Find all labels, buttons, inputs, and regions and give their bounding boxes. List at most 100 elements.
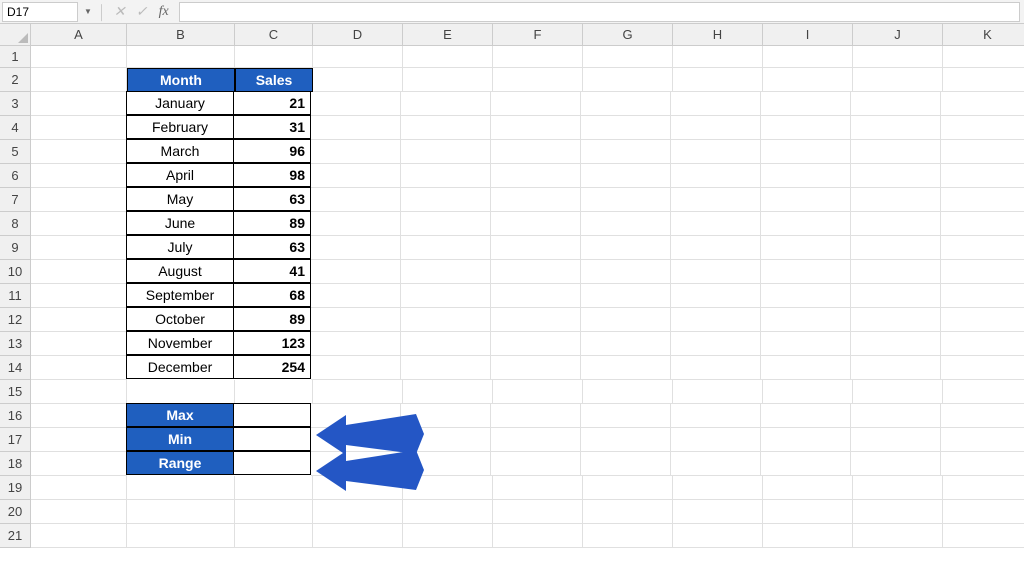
name-box-dropdown-icon[interactable]: ▼ bbox=[80, 7, 96, 16]
cell-G4[interactable] bbox=[581, 116, 671, 140]
fx-icon[interactable]: fx bbox=[153, 2, 175, 22]
row-header-4[interactable]: 4 bbox=[0, 116, 31, 140]
cell-F20[interactable] bbox=[493, 500, 583, 524]
cell-J5[interactable] bbox=[851, 140, 941, 164]
cell-G11[interactable] bbox=[581, 284, 671, 308]
cell-G21[interactable] bbox=[583, 524, 673, 548]
cell-D12[interactable] bbox=[311, 308, 401, 332]
column-header-E[interactable]: E bbox=[403, 24, 493, 46]
cell-G20[interactable] bbox=[583, 500, 673, 524]
cell-D14[interactable] bbox=[311, 356, 401, 380]
cell-E3[interactable] bbox=[401, 92, 491, 116]
cell-A10[interactable] bbox=[31, 260, 127, 284]
cell-E1[interactable] bbox=[403, 46, 493, 68]
cell-C12[interactable]: 89 bbox=[233, 307, 311, 331]
cell-F2[interactable] bbox=[493, 68, 583, 92]
cell-G3[interactable] bbox=[581, 92, 671, 116]
cell-B15[interactable] bbox=[127, 380, 235, 404]
cell-C18[interactable] bbox=[233, 451, 311, 475]
cell-D5[interactable] bbox=[311, 140, 401, 164]
cell-F5[interactable] bbox=[491, 140, 581, 164]
cell-E7[interactable] bbox=[401, 188, 491, 212]
row-header-17[interactable]: 17 bbox=[0, 428, 31, 452]
cell-F21[interactable] bbox=[493, 524, 583, 548]
cell-A4[interactable] bbox=[31, 116, 127, 140]
cell-H19[interactable] bbox=[673, 476, 763, 500]
cell-J9[interactable] bbox=[851, 236, 941, 260]
cell-G7[interactable] bbox=[581, 188, 671, 212]
cell-A6[interactable] bbox=[31, 164, 127, 188]
cell-K7[interactable] bbox=[941, 188, 1024, 212]
cell-J1[interactable] bbox=[853, 46, 943, 68]
cell-C5[interactable]: 96 bbox=[233, 139, 311, 163]
cell-D6[interactable] bbox=[311, 164, 401, 188]
cell-E12[interactable] bbox=[401, 308, 491, 332]
row-header-13[interactable]: 13 bbox=[0, 332, 31, 356]
row-header-20[interactable]: 20 bbox=[0, 500, 31, 524]
cell-H18[interactable] bbox=[671, 452, 761, 476]
cell-C3[interactable]: 21 bbox=[233, 91, 311, 115]
cell-G8[interactable] bbox=[581, 212, 671, 236]
cell-G10[interactable] bbox=[581, 260, 671, 284]
row-header-5[interactable]: 5 bbox=[0, 140, 31, 164]
cell-I16[interactable] bbox=[761, 404, 851, 428]
cell-D20[interactable] bbox=[313, 500, 403, 524]
cell-B8[interactable]: June bbox=[126, 211, 234, 235]
cell-G2[interactable] bbox=[583, 68, 673, 92]
cell-C6[interactable]: 98 bbox=[233, 163, 311, 187]
cell-I20[interactable] bbox=[763, 500, 853, 524]
cell-J12[interactable] bbox=[851, 308, 941, 332]
cell-I1[interactable] bbox=[763, 46, 853, 68]
cell-J21[interactable] bbox=[853, 524, 943, 548]
cell-B17[interactable]: Min bbox=[126, 427, 234, 451]
cell-K10[interactable] bbox=[941, 260, 1024, 284]
cell-B16[interactable]: Max bbox=[126, 403, 234, 427]
cell-B18[interactable]: Range bbox=[126, 451, 234, 475]
cell-J7[interactable] bbox=[851, 188, 941, 212]
cell-G13[interactable] bbox=[581, 332, 671, 356]
cell-I6[interactable] bbox=[761, 164, 851, 188]
cell-G16[interactable] bbox=[581, 404, 671, 428]
cell-E17[interactable] bbox=[401, 428, 491, 452]
cell-I15[interactable] bbox=[763, 380, 853, 404]
cell-F8[interactable] bbox=[491, 212, 581, 236]
cell-C16[interactable] bbox=[233, 403, 311, 427]
cell-K15[interactable] bbox=[943, 380, 1024, 404]
cell-C19[interactable] bbox=[235, 476, 313, 500]
cell-I3[interactable] bbox=[761, 92, 851, 116]
cell-K11[interactable] bbox=[941, 284, 1024, 308]
cell-G1[interactable] bbox=[583, 46, 673, 68]
cell-F15[interactable] bbox=[493, 380, 583, 404]
cell-A15[interactable] bbox=[31, 380, 127, 404]
cell-I17[interactable] bbox=[761, 428, 851, 452]
cell-B21[interactable] bbox=[127, 524, 235, 548]
cell-I19[interactable] bbox=[763, 476, 853, 500]
cell-C11[interactable]: 68 bbox=[233, 283, 311, 307]
cell-H17[interactable] bbox=[671, 428, 761, 452]
cell-E9[interactable] bbox=[401, 236, 491, 260]
cell-J2[interactable] bbox=[853, 68, 943, 92]
row-header-1[interactable]: 1 bbox=[0, 46, 31, 68]
cell-F18[interactable] bbox=[491, 452, 581, 476]
cell-K3[interactable] bbox=[941, 92, 1024, 116]
cell-H7[interactable] bbox=[671, 188, 761, 212]
cell-A19[interactable] bbox=[31, 476, 127, 500]
cell-K17[interactable] bbox=[941, 428, 1024, 452]
cell-F9[interactable] bbox=[491, 236, 581, 260]
cell-F3[interactable] bbox=[491, 92, 581, 116]
cell-D3[interactable] bbox=[311, 92, 401, 116]
cell-B19[interactable] bbox=[127, 476, 235, 500]
cell-D2[interactable] bbox=[313, 68, 403, 92]
cell-C21[interactable] bbox=[235, 524, 313, 548]
cell-A16[interactable] bbox=[31, 404, 127, 428]
cell-J11[interactable] bbox=[851, 284, 941, 308]
enter-icon[interactable]: ✓ bbox=[131, 2, 153, 22]
cell-C14[interactable]: 254 bbox=[233, 355, 311, 379]
cell-C10[interactable]: 41 bbox=[233, 259, 311, 283]
cell-C2[interactable]: Sales bbox=[235, 68, 313, 92]
cell-I4[interactable] bbox=[761, 116, 851, 140]
cell-A2[interactable] bbox=[31, 68, 127, 92]
cell-F12[interactable] bbox=[491, 308, 581, 332]
cell-E21[interactable] bbox=[403, 524, 493, 548]
cell-K1[interactable] bbox=[943, 46, 1024, 68]
